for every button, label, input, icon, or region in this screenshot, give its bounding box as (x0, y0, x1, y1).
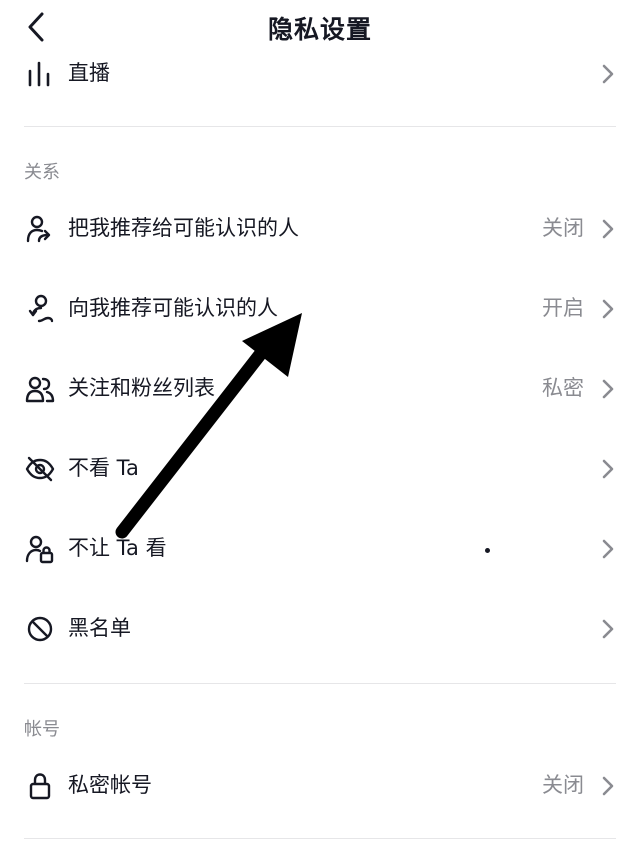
row-value: 私密 (542, 376, 584, 400)
stray-dot (485, 548, 490, 553)
chevron-right-icon (602, 539, 614, 559)
settings-row-live[interactable]: 直播 (0, 44, 640, 104)
settings-row-blacklist[interactable]: 黑名单 (0, 599, 640, 659)
chevron-right-icon (602, 64, 614, 84)
row-value: 关闭 (542, 216, 584, 240)
chevron-right-icon (602, 619, 614, 639)
divider (24, 683, 616, 684)
section-title-account: 帐号 (24, 719, 60, 740)
settings-row-recommend-to-me[interactable]: 向我推荐可能认识的人 开启 (0, 279, 640, 339)
settings-row-private-account[interactable]: 私密帐号 关闭 (0, 756, 640, 816)
row-label: 关注和粉丝列表 (68, 376, 215, 400)
chevron-right-icon (602, 459, 614, 479)
settings-row-block-view[interactable]: 不让 Ta 看 (0, 519, 640, 579)
row-label: 把我推荐给可能认识的人 (68, 216, 299, 240)
live-bars-icon (28, 61, 50, 87)
annotation-arrow (115, 313, 302, 539)
settings-row-recommend-me[interactable]: 把我推荐给可能认识的人 关闭 (0, 199, 640, 259)
settings-row-follow-list[interactable]: 关注和粉丝列表 私密 (0, 359, 640, 419)
eye-off-icon (25, 456, 55, 482)
users-icon (25, 376, 55, 403)
chevron-right-icon (602, 299, 614, 319)
lock-icon (29, 773, 51, 800)
user-link-icon (28, 294, 54, 323)
section-title-relationship: 关系 (24, 162, 60, 183)
row-label: 不让 Ta 看 (68, 536, 167, 560)
block-icon (27, 616, 53, 642)
chevron-right-icon (602, 219, 614, 239)
row-label: 私密帐号 (68, 773, 152, 797)
row-label: 不看 Ta (68, 456, 139, 480)
divider (24, 126, 616, 127)
settings-row-hide-from[interactable]: 不看 Ta (0, 439, 640, 499)
user-lock-icon (25, 535, 54, 564)
row-value: 开启 (542, 296, 584, 320)
row-value: 关闭 (542, 773, 584, 797)
chevron-right-icon (602, 776, 614, 796)
user-share-icon (26, 215, 51, 243)
divider (24, 838, 616, 839)
row-label: 向我推荐可能认识的人 (68, 296, 278, 320)
row-label: 直播 (68, 61, 110, 85)
page-title: 隐私设置 (267, 15, 372, 44)
row-label: 黑名单 (68, 616, 131, 640)
chevron-right-icon (602, 379, 614, 399)
